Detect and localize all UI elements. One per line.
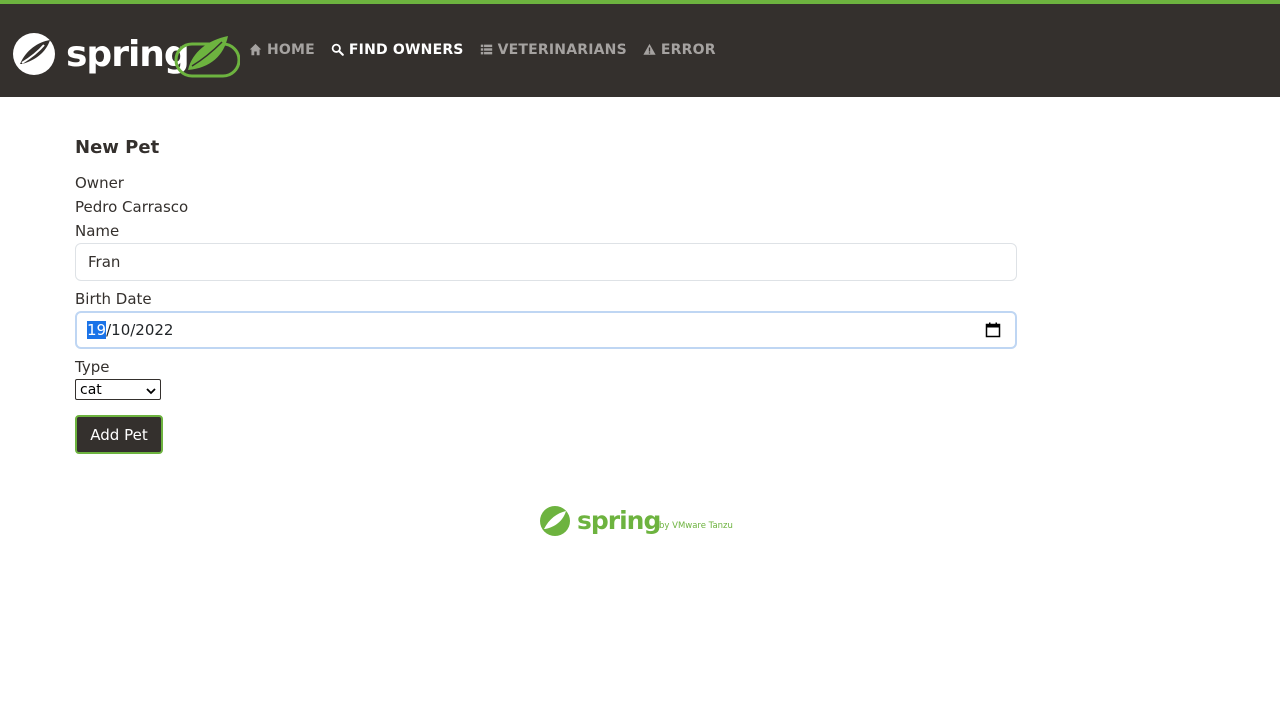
nav-find-owners[interactable]: Find owners	[331, 42, 464, 58]
home-icon	[249, 43, 263, 57]
new-pet-form: New Pet Owner Pedro Carrasco Name Fran B…	[75, 137, 1017, 454]
nav-veterinarians-label: Veterinarians	[497, 42, 627, 58]
nav-veterinarians[interactable]: Veterinarians	[480, 42, 627, 58]
birth-date-input[interactable]: 19/10/2022	[75, 311, 1017, 349]
page-title: New Pet	[75, 137, 160, 158]
birth-date-label: Birth Date	[75, 290, 152, 308]
spring-petclinic-logo[interactable]: spring	[12, 30, 241, 78]
svg-text:spring: spring	[577, 506, 660, 535]
svg-text:by VMware Tanzu: by VMware Tanzu	[659, 521, 733, 531]
owner-value: Pedro Carrasco	[75, 198, 189, 216]
main-nav: Home Find owners Veterinarians Error	[249, 42, 732, 58]
calendar-icon[interactable]	[985, 322, 1001, 338]
nav-home-label: Home	[267, 42, 315, 58]
footer-spring-logo: spring by VMware Tanzu	[539, 505, 741, 537]
warning-icon	[643, 43, 657, 57]
chevron-down-icon	[146, 384, 156, 395]
top-navbar: spring Home Find owners Veterinarians	[0, 0, 1280, 97]
type-select[interactable]: cat	[75, 379, 161, 400]
birth-date-day-segment[interactable]: 19	[87, 321, 107, 339]
add-pet-button[interactable]: Add Pet	[75, 415, 163, 454]
name-input-value: Fran	[88, 253, 121, 271]
nav-error[interactable]: Error	[643, 42, 716, 58]
type-label: Type	[75, 358, 110, 376]
list-icon	[480, 43, 494, 57]
owner-label: Owner	[75, 174, 124, 192]
nav-find-owners-label: Find owners	[348, 42, 464, 58]
search-icon	[331, 43, 345, 57]
nav-home[interactable]: Home	[249, 42, 315, 58]
birth-date-rest[interactable]: /10/2022	[106, 321, 173, 339]
svg-text:spring: spring	[66, 34, 189, 75]
nav-error-label: Error	[660, 42, 716, 58]
name-label: Name	[75, 222, 120, 240]
type-select-value: cat	[80, 381, 102, 398]
name-input[interactable]: Fran	[75, 243, 1017, 281]
